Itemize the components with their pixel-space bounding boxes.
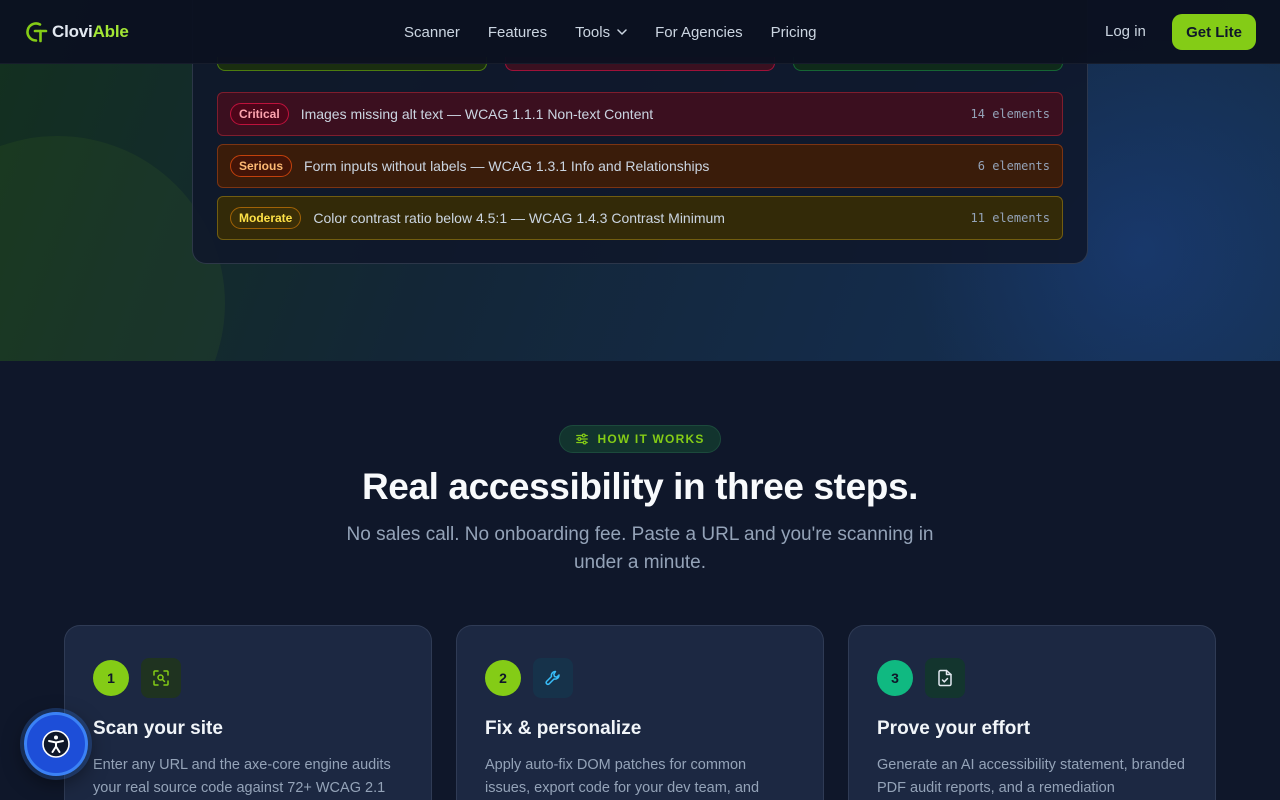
brand-logo[interactable]: CloviAble xyxy=(24,20,129,44)
issue-row-serious[interactable]: Serious Form inputs without labels — WCA… xyxy=(217,144,1063,188)
nav-links: Scanner Features Tools For Agencies Pric… xyxy=(404,0,845,64)
issue-description: Images missing alt text — WCAG 1.1.1 Non… xyxy=(300,106,654,122)
wrench-icon xyxy=(533,658,573,698)
step-number: 3 xyxy=(877,660,913,696)
brand-name: CloviAble xyxy=(52,22,129,41)
login-link[interactable]: Log in xyxy=(1105,23,1146,40)
step-title: Scan your site xyxy=(93,718,223,739)
issue-row-critical[interactable]: Critical Images missing alt text — WCAG … xyxy=(217,92,1063,136)
step-card-prove: 3 Prove your effort Generate an AI acces… xyxy=(848,625,1216,800)
how-it-works-badge: HOW IT WORKS xyxy=(559,425,721,453)
severity-badge: Critical xyxy=(230,103,289,125)
step-description: Generate an AI accessibility statement, … xyxy=(877,757,1185,796)
step-title: Fix & personalize xyxy=(485,718,642,739)
accessibility-icon xyxy=(42,730,70,758)
get-lite-button[interactable]: Get Lite xyxy=(1172,14,1256,50)
nav-link-tools-label: Tools xyxy=(575,23,611,41)
scan-search-icon xyxy=(141,658,181,698)
issue-count: 14 elements xyxy=(970,107,1050,121)
issue-description: Color contrast ratio below 4.5:1 — WCAG … xyxy=(313,210,725,226)
nav-link-tools[interactable]: Tools xyxy=(575,24,627,41)
issue-row-moderate[interactable]: Moderate Color contrast ratio below 4.5:… xyxy=(217,196,1063,240)
nav-link-scanner[interactable]: Scanner xyxy=(404,24,460,41)
nav-link-pricing[interactable]: Pricing xyxy=(771,24,817,41)
step-title: Prove your effort xyxy=(877,718,1031,739)
issue-description: Form inputs without labels — WCAG 1.3.1 … xyxy=(304,158,710,174)
step-number: 1 xyxy=(93,660,129,696)
step-description: Apply auto-fix DOM patches for common is… xyxy=(485,757,760,796)
sliders-icon xyxy=(576,433,589,445)
issue-count: 6 elements xyxy=(977,159,1050,173)
badge-label: HOW IT WORKS xyxy=(597,432,705,446)
step-card-scan: 1 Scan your site Enter any URL and the a… xyxy=(64,625,432,800)
chevron-down-icon xyxy=(617,29,627,35)
section-title: Real accessibility in three steps. xyxy=(361,466,919,507)
step-description: Enter any URL and the axe-core engine au… xyxy=(93,757,391,796)
logo-mark-icon xyxy=(26,22,48,43)
severity-badge: Serious xyxy=(230,155,293,177)
file-check-icon xyxy=(925,658,965,698)
accessibility-widget-button[interactable] xyxy=(24,712,88,776)
nav-link-agencies[interactable]: For Agencies xyxy=(655,24,743,41)
severity-badge: Moderate xyxy=(230,207,302,229)
issue-count: 11 elements xyxy=(970,211,1050,225)
section-subtitle: No sales call. No onboarding fee. Paste … xyxy=(346,524,934,573)
nav-link-features[interactable]: Features xyxy=(488,24,547,41)
step-number: 2 xyxy=(485,660,521,696)
step-card-fix: 2 Fix & personalize Apply auto-fix DOM p… xyxy=(456,625,824,800)
top-navbar: CloviAble Scanner Features Tools For Age… xyxy=(0,0,1280,64)
